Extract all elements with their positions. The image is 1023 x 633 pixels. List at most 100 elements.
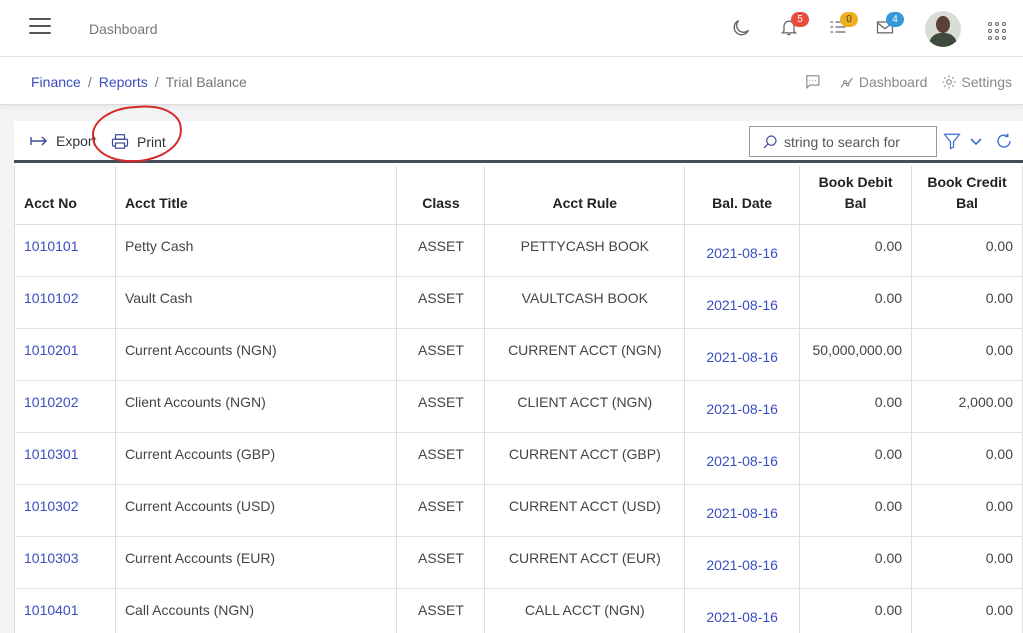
book-credit-cell: 0.00 — [911, 276, 1023, 329]
book-credit-cell: 2,000.00 — [911, 380, 1023, 433]
chat-icon — [806, 75, 820, 90]
search-input[interactable] — [784, 133, 924, 150]
column-header-book-credit-bal[interactable]: Book Credit Bal — [911, 166, 1023, 225]
top-navbar: Dashboard 5 0 4 — [0, 0, 1023, 57]
column-header-acct-title[interactable]: Acct Title — [115, 166, 398, 225]
bal-date-cell[interactable]: 2021-08-16 — [684, 224, 801, 277]
filter-button[interactable] — [943, 132, 983, 155]
table-header-row: Acct No Acct Title Class Acct Rule Bal. … — [14, 166, 1023, 225]
book-debit-cell: 0.00 — [799, 276, 913, 329]
class-cell: ASSET — [396, 380, 486, 433]
acct-title-cell: Current Accounts (NGN) — [115, 328, 398, 381]
book-credit-cell: 0.00 — [911, 536, 1023, 589]
acct-title-cell: Vault Cash — [115, 276, 398, 329]
chevron-down-icon — [970, 138, 983, 146]
acct-rule-cell: CURRENT ACCT (EUR) — [484, 536, 686, 589]
dashboard-link[interactable]: Dashboard — [839, 74, 927, 90]
class-cell: ASSET — [396, 536, 486, 589]
apps-grid-icon[interactable] — [988, 22, 1008, 42]
export-button[interactable]: Export — [30, 133, 96, 149]
acct-no-cell[interactable]: 1010201 — [14, 328, 116, 381]
column-header-book-debit-bal[interactable]: Book Debit Bal — [799, 166, 913, 225]
breadcrumb-reports[interactable]: Reports — [99, 74, 148, 90]
table-row[interactable]: 1010302 Current Accounts (USD) ASSET CURREN… — [14, 484, 1023, 537]
acct-title-cell: Call Accounts (NGN) — [115, 588, 398, 633]
book-debit-cell: 0.00 — [799, 432, 913, 485]
bal-date-cell[interactable]: 2021-08-16 — [684, 276, 801, 329]
chart-line-icon — [840, 77, 853, 88]
gear-icon — [942, 74, 957, 89]
chat-button[interactable] — [804, 73, 825, 90]
bal-date-cell[interactable]: 2021-08-16 — [684, 536, 801, 589]
tasks-button[interactable]: 0 — [828, 12, 858, 41]
acct-title-cell: Current Accounts (GBP) — [115, 432, 398, 485]
book-credit-cell: 0.00 — [911, 588, 1023, 633]
moon-icon[interactable] — [730, 17, 754, 41]
table-row[interactable]: 1010202 Client Accounts (NGN) ASSET CLIENT … — [14, 380, 1023, 433]
acct-no-cell[interactable]: 1010101 — [14, 224, 116, 277]
tasks-badge: 0 — [840, 12, 858, 27]
column-header-bal-date[interactable]: Bal. Date — [684, 166, 801, 225]
breadcrumb-finance[interactable]: Finance — [31, 74, 81, 90]
class-cell: ASSET — [396, 588, 486, 633]
menu-icon[interactable] — [29, 18, 51, 38]
trial-balance-table: Acct No Acct Title Class Acct Rule Bal. … — [14, 166, 1023, 633]
bal-date-cell[interactable]: 2021-08-16 — [684, 588, 801, 633]
book-debit-cell: 0.00 — [799, 588, 913, 633]
acct-rule-cell: CALL ACCT (NGN) — [484, 588, 686, 633]
book-credit-cell: 0.00 — [911, 224, 1023, 277]
refresh-button[interactable] — [995, 132, 1013, 155]
export-arrow-icon — [30, 136, 47, 146]
class-cell: ASSET — [396, 328, 486, 381]
breadcrumb: Finance / Reports / Trial Balance — [31, 74, 247, 90]
column-header-acct-rule[interactable]: Acct Rule — [484, 166, 686, 225]
table-row[interactable]: 1010301 Current Accounts (GBP) ASSET CURREN… — [14, 432, 1023, 485]
search-box[interactable] — [749, 126, 937, 157]
acct-no-cell[interactable]: 1010301 — [14, 432, 116, 485]
search-icon — [763, 134, 777, 148]
breadcrumb-bar: Finance / Reports / Trial Balance Dashboard … — [0, 57, 1023, 105]
breadcrumb-actions: Dashboard Settings — [790, 73, 1012, 90]
messages-badge: 4 — [886, 12, 904, 27]
class-cell: ASSET — [396, 432, 486, 485]
notifications-badge: 5 — [791, 12, 809, 27]
printer-icon — [111, 134, 129, 149]
bal-date-cell[interactable]: 2021-08-16 — [684, 432, 801, 485]
bal-date-cell[interactable]: 2021-08-16 — [684, 380, 801, 433]
acct-title-cell: Petty Cash — [115, 224, 398, 277]
acct-rule-cell: PETTYCASH BOOK — [484, 224, 686, 277]
column-header-class[interactable]: Class — [396, 166, 486, 225]
print-button[interactable]: Print — [111, 133, 166, 150]
acct-no-cell[interactable]: 1010401 — [14, 588, 116, 633]
acct-rule-cell: VAULTCASH BOOK — [484, 276, 686, 329]
table-row[interactable]: 1010102 Vault Cash ASSET VAULTCASH BOOK 2021… — [14, 276, 1023, 329]
acct-no-cell[interactable]: 1010302 — [14, 484, 116, 537]
book-debit-cell: 0.00 — [799, 536, 913, 589]
filter-icon — [943, 133, 961, 150]
book-credit-cell: 0.00 — [911, 484, 1023, 537]
class-cell: ASSET — [396, 484, 486, 537]
acct-title-cell: Client Accounts (NGN) — [115, 380, 398, 433]
bal-date-cell[interactable]: 2021-08-16 — [684, 484, 801, 537]
acct-title-cell: Current Accounts (EUR) — [115, 536, 398, 589]
book-debit-cell: 0.00 — [799, 484, 913, 537]
column-header-acct-no[interactable]: Acct No — [14, 166, 116, 225]
settings-link[interactable]: Settings — [941, 74, 1012, 90]
page-title: Dashboard — [89, 21, 158, 37]
avatar[interactable] — [925, 11, 961, 47]
book-credit-cell: 0.00 — [911, 432, 1023, 485]
acct-rule-cell: CURRENT ACCT (NGN) — [484, 328, 686, 381]
acct-no-cell[interactable]: 1010202 — [14, 380, 116, 433]
bal-date-cell[interactable]: 2021-08-16 — [684, 328, 801, 381]
messages-button[interactable]: 4 — [874, 12, 904, 41]
acct-no-cell[interactable]: 1010102 — [14, 276, 116, 329]
grid-toolbar: Export Print — [14, 102, 1023, 166]
book-debit-cell: 0.00 — [799, 224, 913, 277]
table-row[interactable]: 1010303 Current Accounts (EUR) ASSET CURREN… — [14, 536, 1023, 589]
acct-no-cell[interactable]: 1010303 — [14, 536, 116, 589]
table-row[interactable]: 1010201 Current Accounts (NGN) ASSET CURREN… — [14, 328, 1023, 381]
table-row[interactable]: 1010401 Call Accounts (NGN) ASSET CALL ACCT… — [14, 588, 1023, 633]
notifications-button[interactable]: 5 — [779, 12, 809, 41]
table-row[interactable]: 1010101 Petty Cash ASSET PETTYCASH BOOK 2021… — [14, 224, 1023, 277]
acct-rule-cell: CURRENT ACCT (USD) — [484, 484, 686, 537]
